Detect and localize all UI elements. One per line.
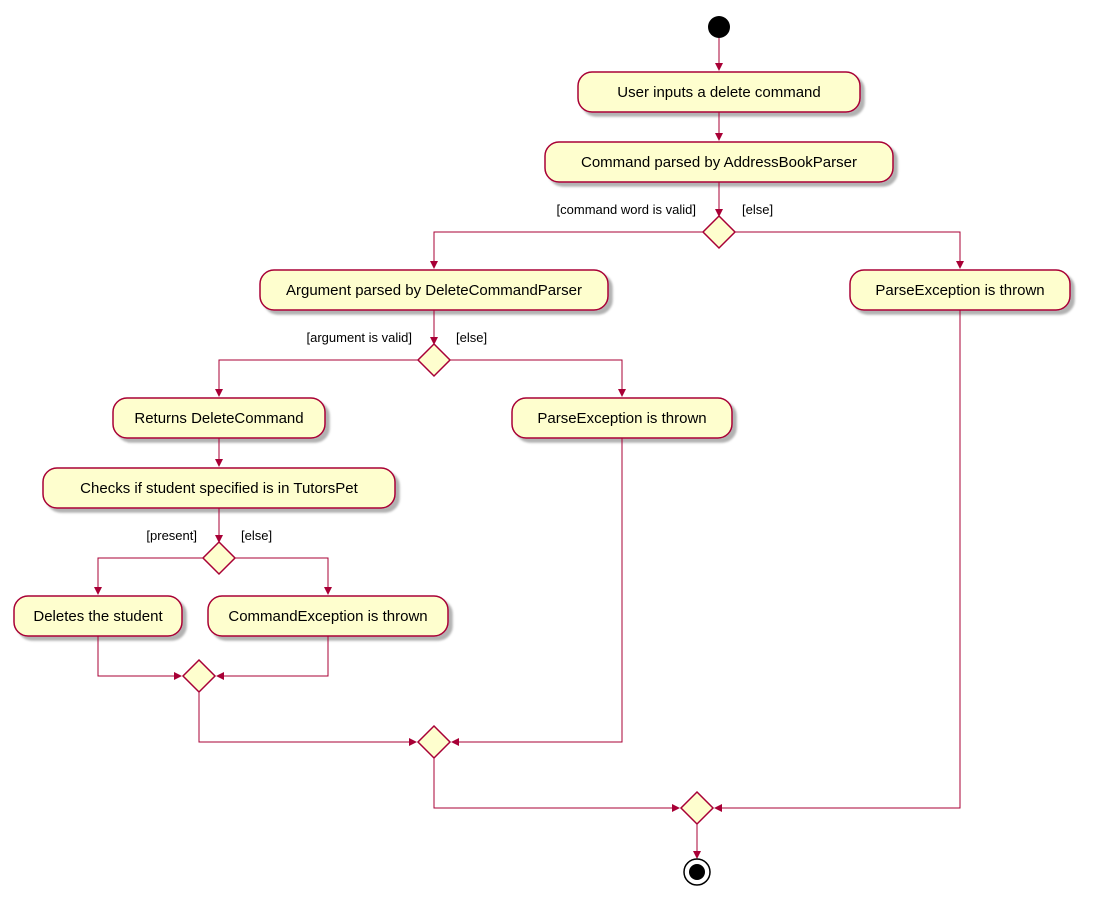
decision-present <box>203 542 235 574</box>
guard-d1-right: [else] <box>742 202 773 217</box>
merge-3 <box>183 660 215 692</box>
activity-deletes-student-label: Deletes the student <box>33 608 163 625</box>
activity-parsed-addressbook-label: Command parsed by AddressBookParser <box>581 154 857 171</box>
activity-parseexception-1-label: ParseException is thrown <box>875 282 1044 299</box>
guard-d2-left: [argument is valid] <box>307 330 413 345</box>
activity-diagram: User inputs a delete command Command par… <box>0 0 1105 915</box>
merge-2 <box>418 726 450 758</box>
final-node-inner <box>689 864 705 880</box>
guard-d3-left: [present] <box>146 528 197 543</box>
merge-1 <box>681 792 713 824</box>
decision-command-word <box>703 216 735 248</box>
initial-node <box>708 16 730 38</box>
activity-returns-deletecmd-label: Returns DeleteCommand <box>134 410 303 427</box>
activity-parseexception-2-label: ParseException is thrown <box>537 410 706 427</box>
decision-argument <box>418 344 450 376</box>
activity-user-inputs-label: User inputs a delete command <box>617 84 820 101</box>
activity-commandexception-label: CommandException is thrown <box>228 608 427 625</box>
guard-d1-left: [command word is valid] <box>557 202 696 217</box>
guard-d3-right: [else] <box>241 528 272 543</box>
activity-parsed-deleteparser-label: Argument parsed by DeleteCommandParser <box>286 282 582 299</box>
guard-d2-right: [else] <box>456 330 487 345</box>
activity-check-student-label: Checks if student specified is in Tutors… <box>80 480 358 497</box>
